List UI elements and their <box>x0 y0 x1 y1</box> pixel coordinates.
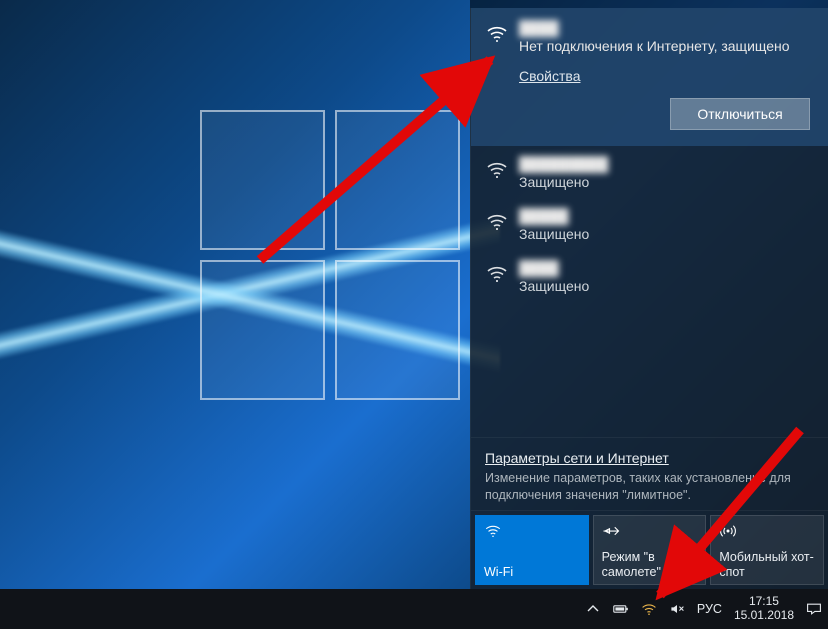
tray-date: 15.01.2018 <box>734 609 794 623</box>
tile-airplane-mode[interactable]: Режим "в самолете" <box>593 515 707 585</box>
network-name: █████████ <box>519 156 814 172</box>
language-indicator[interactable]: РУС <box>697 602 722 616</box>
network-name: ████ <box>519 20 814 36</box>
wifi-icon <box>485 158 509 182</box>
wifi-tray-icon[interactable] <box>641 589 657 629</box>
network-name: █████ <box>519 208 814 224</box>
tile-mobile-hotspot[interactable]: Мобильный хот-спот <box>710 515 824 585</box>
battery-icon[interactable] <box>613 589 629 629</box>
wifi-icon <box>484 522 580 540</box>
network-status: Защищено <box>519 174 814 190</box>
wallpaper-window-panes <box>200 110 460 400</box>
network-flyout: ████ Нет подключения к Интернету, защище… <box>470 8 828 589</box>
tile-label: Мобильный хот-спот <box>719 550 815 580</box>
network-item-current[interactable]: ████ Нет подключения к Интернету, защище… <box>471 8 828 146</box>
network-settings-section: Параметры сети и Интернет Изменение пара… <box>471 437 828 510</box>
network-status: Нет подключения к Интернету, защищено <box>519 38 814 54</box>
wifi-icon <box>485 22 509 46</box>
network-status: Защищено <box>519 278 814 294</box>
network-status: Защищено <box>519 226 814 242</box>
tile-label: Режим "в самолете" <box>602 550 698 580</box>
tile-wifi[interactable]: Wi-Fi <box>475 515 589 585</box>
tray-time: 17:15 <box>734 595 794 609</box>
network-item[interactable]: █████████ Защищено <box>471 146 828 198</box>
airplane-icon <box>602 522 698 540</box>
quick-action-tiles: Wi-Fi Режим "в самолете" Мобильный хот-с… <box>471 510 828 589</box>
wifi-icon <box>485 262 509 286</box>
network-item[interactable]: █████ Защищено <box>471 198 828 250</box>
network-settings-description: Изменение параметров, таких как установл… <box>485 470 814 504</box>
wifi-icon <box>485 210 509 234</box>
tile-label: Wi-Fi <box>484 565 580 580</box>
disconnect-button[interactable]: Отключиться <box>670 98 810 130</box>
network-item[interactable]: ████ Защищено <box>471 250 828 302</box>
taskbar: РУС 17:15 15.01.2018 <box>0 589 828 629</box>
tray-clock[interactable]: 17:15 15.01.2018 <box>734 595 794 623</box>
volume-muted-icon[interactable] <box>669 589 685 629</box>
network-properties-link[interactable]: Свойства <box>519 68 580 84</box>
tray-overflow-icon[interactable] <box>585 589 601 629</box>
network-name: ████ <box>519 260 814 276</box>
action-center-icon[interactable] <box>806 589 822 629</box>
network-settings-link[interactable]: Параметры сети и Интернет <box>485 450 669 466</box>
hotspot-icon <box>719 522 815 540</box>
system-tray: РУС 17:15 15.01.2018 <box>585 589 822 629</box>
flyout-top-shadow <box>470 0 828 8</box>
